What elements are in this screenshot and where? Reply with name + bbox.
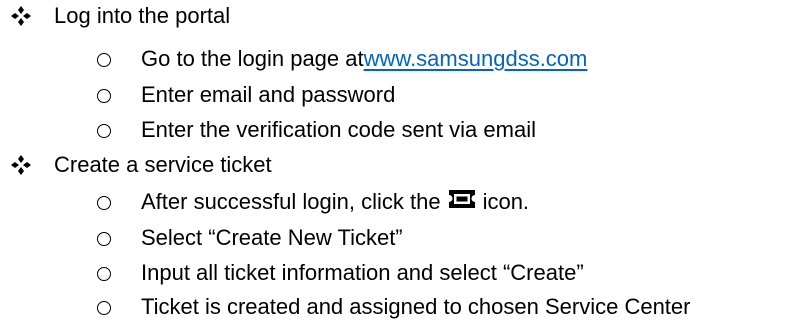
- list-item-text: After successful login, click the: [141, 189, 441, 214]
- section-title: Create a service ticket: [54, 152, 272, 177]
- list-item: Enter the verification code sent via ema…: [97, 115, 536, 145]
- four-diamond-bullet-icon: [10, 154, 32, 176]
- list-item-text: Select “Create New Ticket”: [141, 225, 403, 250]
- list-item: Enter email and password: [97, 80, 395, 110]
- hollow-circle-bullet-icon: [97, 301, 111, 315]
- section-heading-ticket: Create a service ticket: [10, 150, 272, 180]
- hollow-circle-bullet-icon: [97, 124, 111, 138]
- list-item: Go to the login page at www.samsungdss.c…: [97, 44, 587, 74]
- hollow-circle-bullet-icon: [97, 53, 111, 67]
- samsungdss-link[interactable]: www.samsungdss.com: [364, 44, 588, 74]
- section-heading-login: Log into the portal: [10, 1, 230, 31]
- hollow-circle-bullet-icon: [97, 89, 111, 103]
- hollow-circle-bullet-icon: [97, 196, 111, 210]
- hollow-circle-bullet-icon: [97, 232, 111, 246]
- four-diamond-bullet-icon: [10, 5, 32, 27]
- list-item-text-suffix: icon.: [482, 189, 530, 214]
- list-item-text: Ticket is created and assigned to chosen…: [141, 294, 691, 319]
- list-item: Select “Create New Ticket”: [97, 223, 403, 253]
- list-item-text: Enter the verification code sent via ema…: [141, 117, 536, 142]
- hollow-circle-bullet-icon: [97, 267, 111, 281]
- list-item-text: Input all ticket information and select …: [141, 260, 584, 285]
- list-item: After successful login, click the icon.: [97, 187, 529, 217]
- ticket-icon: [447, 188, 477, 210]
- list-item-text: Enter email and password: [141, 82, 396, 107]
- instruction-document: Log into the portal Go to the login page…: [0, 0, 808, 329]
- list-item-text: Go to the login page at: [141, 46, 364, 71]
- list-item: Input all ticket information and select …: [97, 258, 584, 288]
- section-title: Log into the portal: [54, 3, 231, 28]
- list-item: Ticket is created and assigned to chosen…: [97, 292, 690, 322]
